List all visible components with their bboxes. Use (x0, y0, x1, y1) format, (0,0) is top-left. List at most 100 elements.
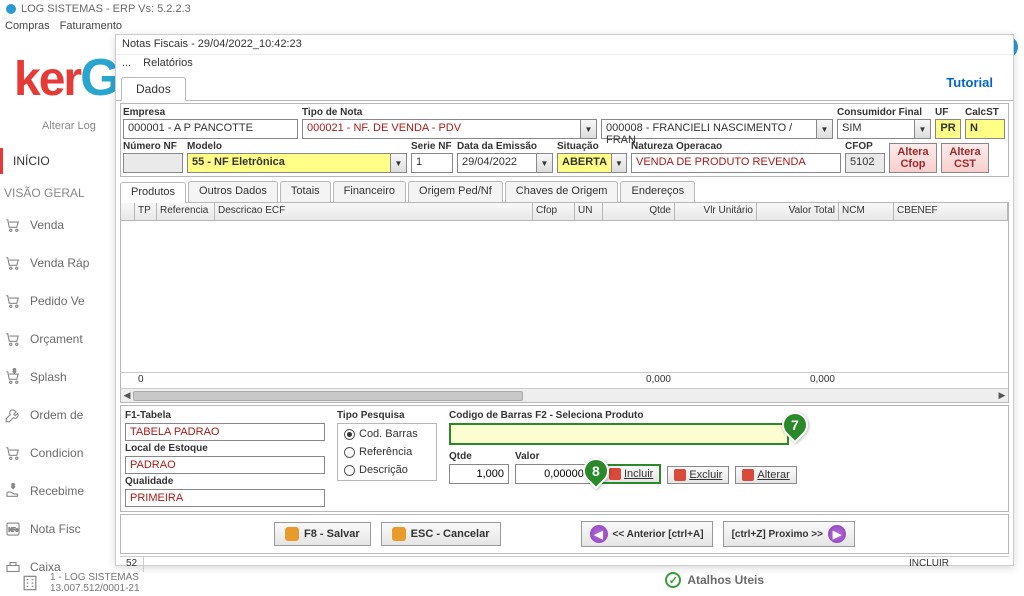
grid-horizontal-scrollbar[interactable]: ◀ ▶ (121, 388, 1008, 402)
sidebar-section-inicio[interactable]: INÍCIO (9, 148, 115, 174)
sidebar-item-ordem[interactable]: Ordem de (0, 396, 115, 434)
radio-cod-barras[interactable]: Cod. Barras (344, 428, 430, 440)
dropdown-tipo-nota[interactable]: ▼ (581, 119, 597, 139)
col-cbenef[interactable]: CBENEF (894, 203, 1008, 220)
footer-total: 0,000 (757, 373, 839, 388)
subtab-totais[interactable]: Totais (280, 181, 331, 202)
input-uf[interactable]: PR (935, 119, 961, 139)
input-empresa[interactable]: 000001 - A P PANCOTTE (123, 119, 298, 139)
label-tipo-nota: Tipo de Nota (302, 107, 597, 119)
sidebar-section-visao[interactable]: VISÃO GERAL (0, 180, 115, 206)
dropdown-cons-final[interactable]: ▼ (915, 119, 931, 139)
product-grid[interactable]: TP Referencia Descricao ECF Cfop UN Qtde… (120, 203, 1009, 403)
input-serie[interactable]: 1 (411, 153, 453, 173)
grid-footer: 0 0,000 0,000 (121, 372, 1008, 388)
sidebar-item-condicional[interactable]: Condicion (0, 434, 115, 472)
radio-referencia[interactable]: Referência (344, 446, 430, 458)
sidebar-item-pedido[interactable]: Pedido Ve (0, 282, 115, 320)
col-tp[interactable]: TP (135, 203, 157, 220)
col-valor-total[interactable]: Valor Total (757, 203, 839, 220)
btn-altera-cst[interactable]: Altera CST (941, 143, 989, 173)
sidebar-item-venda-rap[interactable]: Venda Ráp (0, 244, 115, 282)
save-icon (285, 527, 299, 541)
btn-excluir[interactable]: Excluir (667, 466, 729, 484)
input-qualidade[interactable]: PRIMEIRA (125, 489, 325, 507)
sub-tabs: Produtos Outros Dados Totais Financeiro … (120, 181, 1009, 203)
footer-shortcut[interactable]: ✓ Atalhos Uteis (665, 572, 764, 588)
alterar-icon (742, 469, 754, 481)
tab-dados[interactable]: Dados (121, 77, 186, 101)
menu-relatorios[interactable]: Relatórios (143, 57, 193, 71)
input-tipo-nota[interactable]: 000021 - NF. DE VENDA - PDV (302, 119, 581, 139)
subtab-financeiro[interactable]: Financeiro (333, 181, 406, 202)
sidebar-item-orcamento[interactable]: Orçament (0, 320, 115, 358)
input-natureza[interactable]: VENDA DE PRODUTO REVENDA (631, 153, 841, 173)
radio-dot-icon (344, 465, 355, 476)
col-un[interactable]: UN (575, 203, 603, 220)
btn-anterior[interactable]: ◀<< Anterior [ctrl+A] (581, 521, 713, 547)
footer-company: 1 - LOG SISTEMAS 13.007.512/0001-21 (20, 572, 140, 594)
btn-proximo[interactable]: [ctrl+Z] Proximo >>▶ (723, 521, 855, 547)
menu-compras[interactable]: Compras (5, 20, 50, 32)
input-cfop[interactable]: 5102 (845, 153, 885, 173)
subtab-outros[interactable]: Outros Dados (188, 181, 278, 202)
col-vlr-unit[interactable]: Vlr Unitário (675, 203, 757, 220)
sidebar-item-nota-fiscal[interactable]: NFe Nota Fisc (0, 510, 115, 548)
sidebar-item-venda[interactable]: Venda (0, 206, 115, 244)
menu-ellipsis[interactable]: ... (122, 57, 131, 71)
btn-salvar[interactable]: F8 - Salvar (274, 522, 371, 546)
app-icon (5, 3, 17, 15)
input-modelo[interactable]: 55 - NF Eletrônica (187, 153, 391, 173)
sidebar-item-label: Orçament (30, 332, 83, 346)
sidebar: INÍCIO VISÃO GERAL Venda Venda Ráp Pedid… (0, 148, 115, 586)
dropdown-modelo[interactable]: ▼ (391, 153, 407, 173)
cart-icon (4, 216, 22, 234)
arrow-right-icon: ▶ (828, 525, 846, 543)
btn-incluir[interactable]: Incluir (601, 464, 661, 484)
scroll-left-arrow[interactable]: ◀ (121, 390, 133, 402)
col-qtde[interactable]: Qtde (603, 203, 675, 220)
dropdown-data-emissao[interactable]: ▼ (537, 153, 553, 173)
input-cons-final[interactable]: SIM (837, 119, 915, 139)
input-vendedor[interactable]: 000008 - FRANCIELI NASCIMENTO / FRAN (601, 119, 817, 139)
footer-company-cnpj: 13.007.512/0001-21 (50, 583, 140, 594)
label-local-estoque: Local de Estoque (125, 443, 325, 454)
btn-altera-cfop[interactable]: Altera Cfop (889, 143, 937, 173)
dropdown-situacao[interactable]: ▼ (612, 153, 627, 173)
sidebar-item-splash[interactable]: $ Splash (0, 358, 115, 396)
scroll-thumb[interactable] (133, 391, 523, 401)
col-referencia[interactable]: Referencia (157, 203, 215, 220)
sidebar-item-recebimento[interactable]: $ Recebime (0, 472, 115, 510)
input-numero-nf[interactable] (123, 153, 183, 173)
input-calcst[interactable]: N (965, 119, 1005, 139)
col-descricao[interactable]: Descricao ECF (215, 203, 533, 220)
subtab-enderecos[interactable]: Endereços (620, 181, 695, 202)
dropdown-vendedor[interactable]: ▼ (817, 119, 833, 139)
radio-dot-icon (344, 447, 355, 458)
label-uf: UF (935, 107, 961, 119)
col-ncm[interactable]: NCM (839, 203, 894, 220)
input-local-estoque[interactable]: PADRAO (125, 456, 325, 474)
subtab-origem[interactable]: Origem Ped/Nf (408, 181, 503, 202)
radio-descricao[interactable]: Descrição (344, 464, 430, 476)
window-title: Notas Fiscais - 29/04/2022_10:42:23 (116, 35, 1013, 55)
brand-subtitle[interactable]: Alterar Log (42, 120, 96, 132)
grid-header: TP Referencia Descricao ECF Cfop UN Qtde… (121, 203, 1008, 221)
cart-icon (4, 254, 22, 272)
app-titlebar: LOG SISTEMAS - ERP Vs: 5.2.2.3 (0, 0, 1024, 18)
menu-faturamento[interactable]: Faturamento (60, 20, 122, 32)
input-f1-tabela[interactable]: TABELA PADRAO (125, 423, 325, 441)
label-empresa: Empresa (123, 107, 298, 119)
input-qtde[interactable] (449, 464, 509, 484)
sidebar-item-label: Recebime (30, 484, 84, 498)
input-situacao[interactable]: ABERTA (557, 153, 612, 173)
scroll-right-arrow[interactable]: ▶ (996, 390, 1008, 402)
col-cfop[interactable]: Cfop (533, 203, 575, 220)
input-data-emissao[interactable]: 29/04/2022 (457, 153, 537, 173)
btn-cancelar[interactable]: ESC - Cancelar (381, 522, 501, 546)
input-barcode[interactable] (449, 423, 789, 445)
btn-alterar[interactable]: Alterar (735, 466, 796, 484)
header-form: Empresa 000001 - A P PANCOTTE Tipo de No… (120, 103, 1009, 177)
subtab-chaves[interactable]: Chaves de Origem (505, 181, 619, 202)
subtab-produtos[interactable]: Produtos (120, 182, 186, 203)
